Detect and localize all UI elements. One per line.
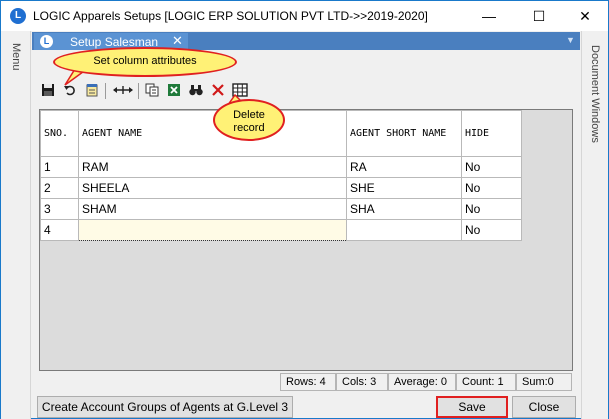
toolbar-separator — [105, 83, 106, 99]
status-average: Average: 0 — [388, 373, 456, 391]
app-logo-icon: L — [10, 8, 26, 24]
tab-dropdown-icon[interactable]: ▼ — [566, 35, 575, 45]
cell-agent-short-name[interactable]: RA — [346, 156, 462, 178]
cell-sno[interactable]: 3 — [40, 198, 79, 220]
column-header-hide[interactable]: HIDE — [461, 110, 522, 157]
close-window-button[interactable]: ✕ — [562, 1, 608, 31]
column-width-icon[interactable] — [110, 81, 136, 101]
status-sum: Sum:0 — [516, 373, 572, 391]
create-account-groups-button[interactable]: Create Account Groups of Agents at G.Lev… — [37, 396, 293, 418]
title-bar[interactable]: L LOGIC Apparels Setups [LOGIC ERP SOLUT… — [1, 1, 608, 31]
menu-label[interactable]: Menu — [10, 43, 22, 71]
cell-agent-name-editing[interactable] — [78, 219, 347, 241]
status-count: Count: 1 — [456, 373, 516, 391]
table-row[interactable]: 3 SHAM SHA No — [40, 198, 522, 220]
cell-agent-name[interactable]: SHAM — [78, 198, 347, 220]
window-title: LOGIC Apparels Setups [LOGIC ERP SOLUTIO… — [33, 9, 428, 23]
cell-hide[interactable]: No — [461, 156, 522, 178]
copy-icon[interactable] — [142, 81, 162, 101]
grid-statusbar: Rows: 4 Cols: 3 Average: 0 Count: 1 Sum:… — [280, 373, 580, 391]
column-header-agent-short-name[interactable]: AGENT SHORT NAME — [346, 110, 462, 157]
cell-sno[interactable]: 2 — [40, 177, 79, 199]
close-button[interactable]: Close — [512, 396, 576, 418]
maximize-button[interactable]: ☐ — [516, 1, 562, 31]
status-cols: Cols: 3 — [336, 373, 388, 391]
cell-hide[interactable]: No — [461, 219, 522, 241]
cell-agent-name[interactable]: SHEELA — [78, 177, 347, 199]
cell-agent-short-name[interactable]: SHA — [346, 198, 462, 220]
callout-delete-record: Delete record — [213, 99, 285, 141]
column-header-sno[interactable]: SNO. — [40, 110, 79, 157]
cell-hide[interactable]: No — [461, 177, 522, 199]
excel-icon[interactable] — [164, 81, 184, 101]
cell-hide[interactable]: No — [461, 198, 522, 220]
tab-close-icon[interactable]: ✕ — [172, 33, 183, 49]
table-row[interactable]: 2 SHEELA SHE No — [40, 177, 522, 199]
cell-sno[interactable]: 4 — [40, 219, 79, 241]
status-rows: Rows: 4 — [280, 373, 336, 391]
toolbar-separator — [138, 83, 139, 99]
menu-sidebar[interactable]: Menu — [1, 31, 31, 419]
save-icon[interactable] — [38, 81, 58, 101]
callout-set-column-attributes: Set column attributes — [53, 47, 237, 77]
tab-logo-icon: L — [40, 35, 53, 48]
cell-agent-name[interactable]: RAM — [78, 156, 347, 178]
agent-table: SNO. AGENT NAME AGENT SHORT NAME HIDE 1 … — [40, 110, 522, 241]
cell-sno[interactable]: 1 — [40, 156, 79, 178]
table-row[interactable]: 1 RAM RA No — [40, 156, 522, 178]
app-window: L LOGIC Apparels Setups [LOGIC ERP SOLUT… — [0, 0, 609, 419]
save-button[interactable]: Save — [436, 396, 508, 418]
table-row[interactable]: 4 No — [40, 219, 522, 241]
agent-grid[interactable]: SNO. AGENT NAME AGENT SHORT NAME HIDE 1 … — [39, 109, 573, 371]
document-windows-sidebar[interactable]: Document Windows — [581, 31, 608, 419]
cell-agent-short-name[interactable]: SHE — [346, 177, 462, 199]
cell-agent-short-name[interactable] — [346, 219, 462, 241]
document-windows-label[interactable]: Document Windows — [589, 45, 601, 143]
find-icon[interactable] — [186, 81, 206, 101]
minimize-button[interactable]: — — [466, 1, 512, 31]
